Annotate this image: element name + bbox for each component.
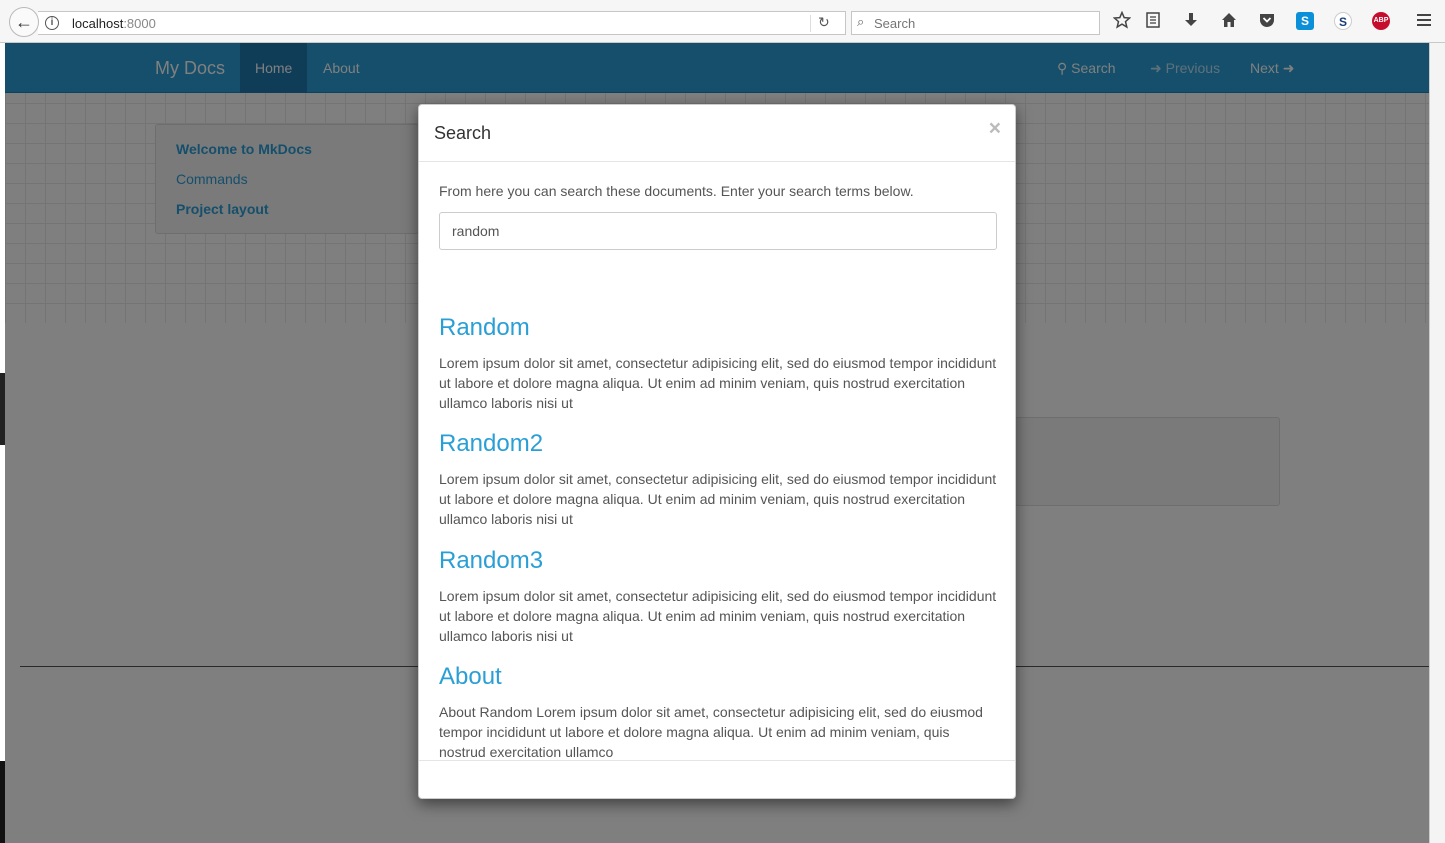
download-icon[interactable] — [1180, 11, 1202, 33]
result-title-link[interactable]: Random3 — [439, 547, 997, 575]
s-extension-icon[interactable]: S — [1334, 12, 1352, 30]
info-icon[interactable]: i — [45, 16, 59, 30]
url-text[interactable]: localhost:8000 — [72, 16, 156, 31]
home-icon[interactable] — [1218, 11, 1240, 33]
browser-toolbar: i localhost:8000 ↻ ← ⌕ S S ABP — [0, 0, 1445, 43]
result-title-link[interactable]: Random — [439, 314, 997, 342]
search-result: About About Random Lorem ipsum dolor sit… — [439, 663, 997, 762]
star-icon[interactable] — [1111, 10, 1133, 33]
result-snippet: Lorem ipsum dolor sit amet, consectetur … — [439, 588, 997, 644]
browser-search-input[interactable] — [874, 14, 1094, 32]
search-icon: ⌕ — [857, 14, 865, 29]
browser-search-box[interactable]: ⌕ — [851, 11, 1100, 35]
search-result: Random Lorem ipsum dolor sit amet, conse… — [439, 314, 997, 413]
result-snippet: Lorem ipsum dolor sit amet, consectetur … — [439, 355, 997, 411]
close-icon[interactable]: × — [989, 117, 1001, 141]
back-arrow-icon: ← — [15, 11, 33, 32]
result-title-link[interactable]: Random2 — [439, 430, 997, 458]
modal-footer — [419, 760, 1015, 800]
search-result: Random3 Lorem ipsum dolor sit amet, cons… — [439, 547, 997, 646]
reading-list-icon[interactable] — [1142, 11, 1164, 33]
result-title-link[interactable]: About — [439, 663, 997, 691]
adblock-icon[interactable]: ABP — [1372, 12, 1390, 30]
back-button[interactable]: ← — [9, 7, 39, 37]
modal-title: Search — [434, 123, 492, 143]
search-result: Random2 Lorem ipsum dolor sit amet, cons… — [439, 430, 997, 529]
left-window-edge — [0, 43, 5, 843]
modal-header: Search × — [419, 105, 1015, 162]
url-bar[interactable]: i localhost:8000 ↻ — [38, 11, 846, 35]
url-separator — [810, 15, 811, 32]
reload-icon[interactable]: ↻ — [818, 14, 830, 31]
result-snippet: About Random Lorem ipsum dolor sit amet,… — [439, 704, 983, 760]
pocket-icon[interactable] — [1256, 11, 1278, 33]
result-snippet: Lorem ipsum dolor sit amet, consectetur … — [439, 471, 997, 527]
menu-icon[interactable] — [1413, 11, 1435, 33]
search-instructions: From here you can search these documents… — [439, 183, 914, 199]
skype-icon[interactable]: S — [1296, 12, 1314, 30]
page-scrollbar[interactable] — [1429, 43, 1445, 843]
search-modal: Search × From here you can search these … — [418, 104, 1016, 799]
search-input[interactable] — [439, 212, 997, 250]
